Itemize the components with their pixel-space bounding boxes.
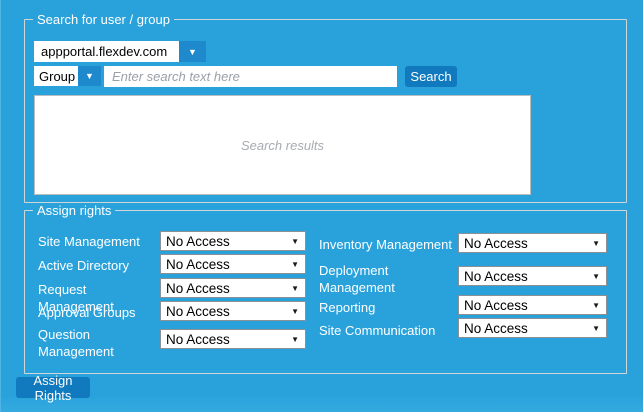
chevron-down-icon: ▼ [85, 71, 94, 81]
select-site-management[interactable]: No Access ▼ [160, 231, 306, 251]
field-label-reporting: Reporting [319, 299, 449, 316]
field-label-active-directory: Active Directory [38, 257, 158, 274]
assign-rights-button[interactable]: Assign Rights [16, 377, 90, 398]
select-inventory-management[interactable]: No Access ▼ [458, 233, 607, 253]
search-input[interactable] [104, 66, 397, 87]
chevron-down-icon: ▼ [291, 260, 305, 269]
assign-rights-groupbox-title: Assign rights [33, 203, 115, 218]
select-value: No Access [459, 321, 592, 336]
select-value: No Access [161, 332, 291, 347]
search-type-combobox-value: Group [34, 66, 78, 86]
search-type-combobox-dropdown-button[interactable]: ▼ [78, 66, 101, 86]
field-label-question-management: Question Management [38, 326, 128, 360]
chevron-down-icon: ▼ [188, 47, 197, 57]
chevron-down-icon: ▼ [291, 237, 305, 246]
domain-combobox[interactable]: appportal.flexdev.com ▼ [34, 41, 206, 62]
field-label-site-management: Site Management [38, 233, 158, 250]
select-request-management[interactable]: No Access ▼ [160, 278, 306, 298]
domain-combobox-dropdown-button[interactable]: ▼ [179, 41, 206, 62]
chevron-down-icon: ▼ [291, 307, 305, 316]
field-label-deployment-management: Deployment Management [319, 262, 414, 296]
select-value: No Access [161, 257, 291, 272]
search-button[interactable]: Search [405, 66, 457, 87]
chevron-down-icon: ▼ [592, 272, 606, 281]
search-results-panel[interactable]: Search results [34, 95, 531, 195]
select-reporting[interactable]: No Access ▼ [458, 295, 607, 315]
select-value: No Access [459, 269, 592, 284]
select-site-communication[interactable]: No Access ▼ [458, 318, 607, 338]
assign-rights-window: Search for user / group appportal.flexde… [0, 0, 643, 412]
field-label-inventory-management: Inventory Management [319, 236, 459, 253]
select-approval-groups[interactable]: No Access ▼ [160, 301, 306, 321]
select-active-directory[interactable]: No Access ▼ [160, 254, 306, 274]
select-question-management[interactable]: No Access ▼ [160, 329, 306, 349]
select-value: No Access [161, 234, 291, 249]
select-value: No Access [161, 304, 291, 319]
chevron-down-icon: ▼ [592, 301, 606, 310]
select-value: No Access [161, 281, 291, 296]
chevron-down-icon: ▼ [291, 335, 305, 344]
select-deployment-management[interactable]: No Access ▼ [458, 266, 607, 286]
chevron-down-icon: ▼ [592, 324, 606, 333]
search-results-placeholder: Search results [241, 138, 324, 153]
search-groupbox-title: Search for user / group [33, 12, 174, 27]
domain-combobox-value: appportal.flexdev.com [34, 41, 179, 62]
field-label-approval-groups: Approval Groups [38, 304, 158, 321]
chevron-down-icon: ▼ [291, 284, 305, 293]
search-type-combobox[interactable]: Group ▼ [34, 66, 101, 86]
select-value: No Access [459, 236, 592, 251]
select-value: No Access [459, 298, 592, 313]
field-label-site-communication: Site Communication [319, 322, 454, 339]
chevron-down-icon: ▼ [592, 239, 606, 248]
